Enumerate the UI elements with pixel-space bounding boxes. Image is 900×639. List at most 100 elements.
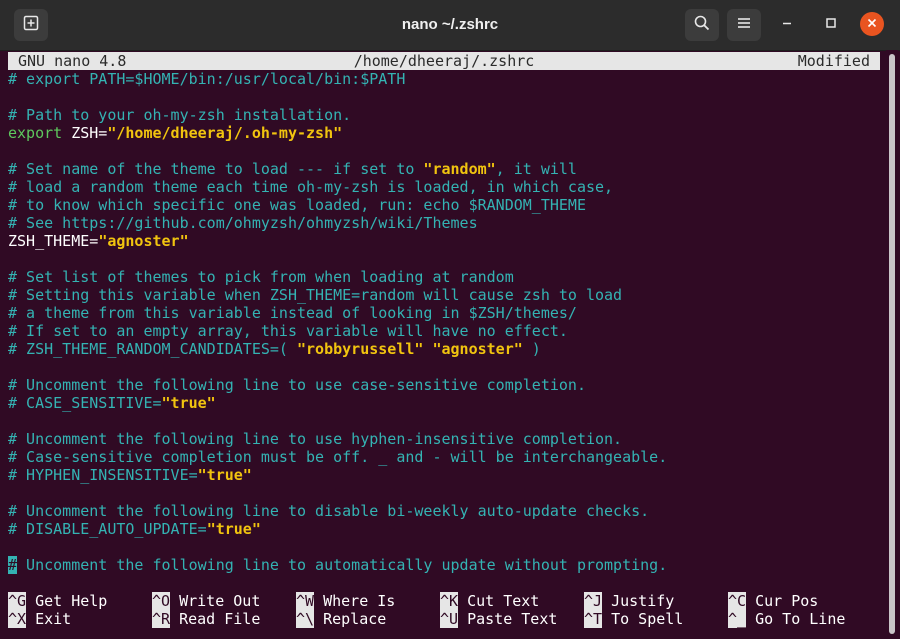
scrollbar[interactable] [886,50,898,639]
line-segment: ZSH_THEME= [8,232,99,250]
shortcut-item[interactable]: ^K Cut Text [440,592,539,610]
line-segment: # Path to your oh-my-zsh installation. [8,106,352,124]
terminal-window: nano ~/.zshrc GNU nano 4.8 /home/dheeraj… [0,0,900,639]
shortcut-label: Where Is [314,592,396,610]
line-segment: "agnoster" [98,232,189,250]
shortcut-label: Cur Pos [746,592,819,610]
line-segment: export [8,124,63,142]
shortcut-item[interactable]: ^X Exit [8,610,71,628]
editor-line[interactable]: # CASE_SENSITIVE="true" [8,394,216,412]
close-icon [867,15,877,33]
shortcut-label: Get Help [26,592,108,610]
shortcut-item[interactable]: ^\ Replace [296,610,386,628]
shortcut-key: ^\ [296,610,315,628]
shortcut-item[interactable]: ^R Read File [152,610,260,628]
search-button[interactable] [685,9,719,41]
maximize-button[interactable] [819,13,843,37]
scrollbar-thumb[interactable] [889,54,895,634]
shortcut-key: ^K [440,592,459,610]
close-button[interactable] [860,12,884,36]
editor-line[interactable]: # Set list of themes to pick from when l… [8,268,514,286]
line-segment: # Uncomment the following line to use hy… [8,430,623,448]
editor-line[interactable]: export ZSH="/home/dheeraj/.oh-my-zsh" [8,124,342,142]
line-segment: "robbyrussell" "agnoster" [296,340,523,358]
line-segment: # DISABLE_AUTO_UPDATE= [8,520,207,538]
editor-line[interactable]: # Path to your oh-my-zsh installation. [8,106,351,124]
shortcut-label: To Spell [602,610,684,628]
search-icon [694,15,710,36]
shortcut-key: ^U [440,610,459,628]
line-segment: # If set to an empty array, this variabl… [8,322,568,340]
shortcut-item[interactable]: ^O Write Out [152,592,260,610]
shortcut-label: Replace [314,610,387,628]
shortcut-item[interactable]: ^W Where Is [296,592,395,610]
line-segment: # a theme from this variable instead of … [8,304,577,322]
editor-line[interactable]: # Case-sensitive completion must be off.… [8,448,667,466]
line-segment: # Setting this variable when ZSH_THEME=r… [8,286,623,304]
editor-line[interactable]: # If set to an empty array, this variabl… [8,322,568,340]
editor-line[interactable]: # Uncomment the following line to automa… [8,556,667,574]
editor-line[interactable]: # DISABLE_AUTO_UPDATE="true" [8,520,261,538]
line-segment: # Uncomment the following line to use ca… [8,376,586,394]
editor-line[interactable]: # a theme from this variable instead of … [8,304,577,322]
line-segment: ) [522,340,541,358]
shortcut-item[interactable]: ^G Get Help [8,592,107,610]
hamburger-menu-icon [737,16,751,34]
shortcut-item[interactable]: ^C Cur Pos [728,592,818,610]
line-segment: ZSH= [62,124,108,142]
shortcut-key: ^C [728,592,747,610]
shortcut-key: ^T [584,610,603,628]
editor-line[interactable]: # Uncomment the following line to use ca… [8,376,586,394]
line-segment: # ZSH_THEME_RANDOM_CANDIDATES=( [8,340,297,358]
shortcut-key: ^O [152,592,171,610]
line-segment: # CASE_SENSITIVE= [8,394,162,412]
editor-line[interactable]: # See https://github.com/ohmyzsh/ohmyzsh… [8,214,478,232]
editor-line[interactable]: # load a random theme each time oh-my-zs… [8,178,613,196]
shortcut-item[interactable]: ^U Paste Text [440,610,557,628]
line-segment: # export PATH=$HOME/bin:/usr/local/bin:$… [8,70,406,88]
title-bar: nano ~/.zshrc [0,0,900,51]
line-segment: # to know which specific one was loaded,… [8,196,586,214]
window-title: nano ~/.zshrc [401,16,499,33]
editor-line[interactable]: # Uncomment the following line to disabl… [8,502,649,520]
line-segment: "true" [206,520,261,538]
editor-line[interactable]: ZSH_THEME="agnoster" [8,232,189,250]
shortcut-label: Go To Line [746,610,846,628]
shortcut-key: ^J [584,592,603,610]
shortcut-label: Read File [170,610,261,628]
editor-line[interactable]: # ZSH_THEME_RANDOM_CANDIDATES=( "robbyru… [8,340,541,358]
menu-button[interactable] [727,9,761,41]
text-cursor: # [8,556,18,574]
nano-header: GNU nano 4.8 /home/dheeraj/.zshrc Modifi… [8,52,880,70]
line-segment: Uncomment the following line to automati… [17,556,668,574]
minimize-icon [781,16,793,34]
terminal-area[interactable]: GNU nano 4.8 /home/dheeraj/.zshrc Modifi… [8,50,886,639]
editor-line[interactable]: # to know which specific one was loaded,… [8,196,586,214]
editor-line[interactable]: # Setting this variable when ZSH_THEME=r… [8,286,622,304]
editor-line[interactable]: # Uncomment the following line to use hy… [8,430,622,448]
shortcut-key: ^W [296,592,315,610]
shortcut-item[interactable]: ^_ Go To Line [728,610,845,628]
shortcut-key: ^_ [728,610,747,628]
line-segment: # load a random theme each time oh-my-zs… [8,178,614,196]
line-segment: "/home/dheeraj/.oh-my-zsh" [107,124,343,142]
shortcut-item[interactable]: ^T To Spell [584,610,683,628]
editor-line[interactable]: # HYPHEN_INSENSITIVE="true" [8,466,252,484]
shortcut-item[interactable]: ^J Justify [584,592,674,610]
minimize-button[interactable] [775,13,799,37]
shortcut-label: Cut Text [458,592,540,610]
line-segment: , it will [495,160,577,178]
shortcut-label: Justify [602,592,675,610]
file-path: /home/dheeraj/.zshrc [353,52,535,70]
line-segment: "random" [423,160,496,178]
shortcut-label: Paste Text [458,610,558,628]
line-segment: # Case-sensitive completion must be off.… [8,448,668,466]
maximize-icon [825,16,837,34]
shortcut-key: ^G [8,592,27,610]
line-segment: # Set name of the theme to load --- if s… [8,160,424,178]
editor-line[interactable]: # export PATH=$HOME/bin:/usr/local/bin:$… [8,70,405,88]
line-segment: # See https://github.com/ohmyzsh/ohmyzsh… [8,214,478,232]
line-segment: # HYPHEN_INSENSITIVE= [8,466,198,484]
shortcut-label: Write Out [170,592,261,610]
editor-line[interactable]: # Set name of the theme to load --- if s… [8,160,577,178]
